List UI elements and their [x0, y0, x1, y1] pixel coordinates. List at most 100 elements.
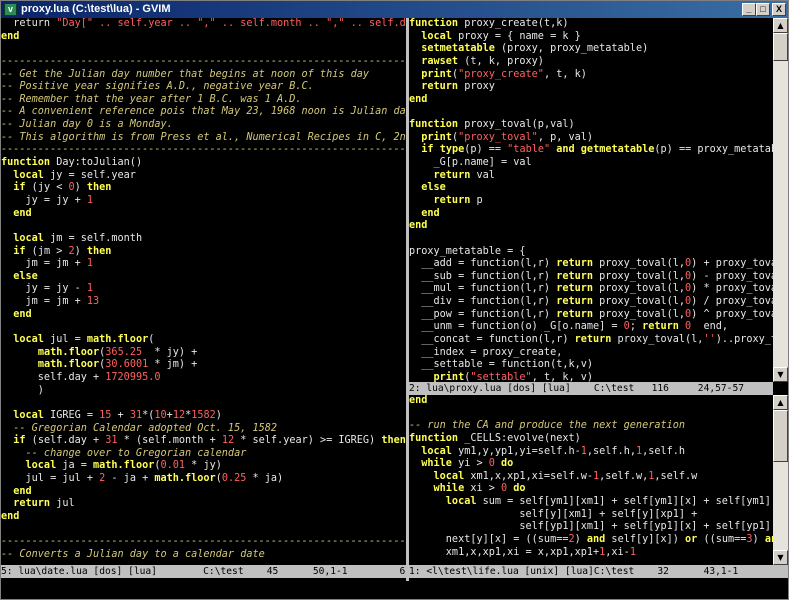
code-token: local — [409, 445, 452, 457]
code-token: * ja) — [246, 473, 284, 485]
code-token: ,self.h — [642, 445, 686, 457]
code-token: '' — [703, 334, 716, 346]
code-token: 30.6001 — [105, 359, 149, 371]
code-line: ----------------------------------------… — [1, 536, 406, 549]
code-token: __concat = function(l,r) — [409, 334, 575, 346]
code-token: + — [111, 409, 130, 421]
code-line: else — [409, 182, 773, 195]
code-token: 31 — [105, 435, 118, 447]
scrollbar-proxy-lua[interactable]: ▲ ▼ — [773, 18, 788, 382]
code-line: self[yp1][xm1] + self[yp1][x] + self[yp1… — [409, 521, 773, 534]
code-line: -- Julian day 0 is a Monday. — [1, 119, 406, 132]
code-line: self[y][xm1] + self[y][xp1] + — [409, 509, 773, 522]
code-token: local — [409, 470, 465, 482]
code-token: math.floor — [154, 473, 216, 485]
code-line: return jul — [1, 498, 406, 511]
code-line: end — [1, 511, 406, 524]
code-line: -- run the CA and produce the next gener… — [409, 420, 773, 433]
code-line: __pow = function(l,r) return proxy_toval… — [409, 309, 773, 322]
code-token: (p) == — [464, 144, 508, 156]
code-token: "Day[" .. self.year .. "," .. self.month… — [56, 18, 406, 29]
code-token: p — [470, 194, 483, 206]
code-token: 15 — [99, 409, 112, 421]
code-token: local — [409, 30, 452, 42]
scroll-down-arrow-icon[interactable]: ▼ — [773, 550, 788, 565]
code-token: local — [1, 232, 44, 244]
code-token: __pow = function(l,r) — [409, 308, 557, 320]
code-token: yi > — [451, 458, 489, 470]
code-token: proxy_toval(l, — [611, 334, 704, 346]
code-token: (self.day + — [25, 435, 106, 447]
code-token: __add = function(l,r) — [409, 258, 557, 270]
code-token: 12 — [172, 409, 186, 421]
scroll-up-arrow-icon[interactable]: ▲ — [773, 395, 788, 410]
code-token: val — [470, 169, 495, 181]
code-token: local — [1, 334, 44, 346]
code-token: (jm > — [25, 245, 69, 257]
code-line: next[y][x] = ((sum==2) and self[y][x]) o… — [409, 534, 773, 547]
scroll-up-arrow-icon[interactable]: ▲ — [773, 18, 788, 33]
code-token: 31 — [129, 409, 143, 421]
code-token: print — [409, 371, 465, 382]
code-token: end — [1, 207, 32, 219]
gvim-window: v proxy.lua (C:\test\lua) - GVIM _ □ X r… — [0, 0, 789, 600]
statusline-date-lua[interactable]: 5: lua\date.lua [dos] [lua] C:\test 45 5… — [1, 565, 406, 578]
code-token: ym1,y,yp1,yi=self.h- — [451, 445, 581, 457]
code-token: return — [556, 308, 594, 320]
code-line: function proxy_toval(p,val) — [409, 119, 773, 132]
code-token: 0.25 — [221, 473, 247, 485]
code-token: if — [1, 435, 26, 447]
editor-pane-date-lua[interactable]: return "Day[" .. self.year .. "," .. sel… — [1, 18, 406, 565]
code-token: ) — [74, 182, 87, 194]
code-token: next[y][x] = ((sum== — [409, 534, 569, 546]
code-token: jy = jy + — [1, 194, 87, 206]
command-line[interactable] — [1, 581, 788, 599]
code-token: proxy = { name = k } — [451, 30, 581, 42]
code-line: local ym1,y,yp1,yi=self.h-1,self.h,1,sel… — [409, 446, 773, 459]
code-token: ( — [148, 334, 155, 346]
code-token: -- change over to Gregorian calendar — [1, 447, 247, 459]
code-line: end — [409, 395, 773, 408]
window-title: proxy.lua (C:\test\lua) - GVIM — [21, 3, 171, 15]
code-line: local ja = math.floor(0.01 * jy) — [1, 460, 406, 473]
code-token: jm = jm + — [1, 296, 87, 308]
code-line: -- Converts a Julian day to a calendar d… — [1, 549, 406, 562]
code-token: jy = self.year — [43, 169, 136, 181]
code-token: then — [381, 435, 406, 447]
code-text: return "Day[" .. self.year .. "," .. sel… — [1, 18, 406, 562]
scrollbar-life-lua[interactable]: ▲ ▼ — [773, 395, 788, 565]
code-token: return — [574, 334, 612, 346]
code-token: ; — [629, 321, 643, 333]
code-line: jy = jy - 1 — [1, 283, 406, 296]
code-line: __add = function(l,r) return proxy_toval… — [409, 258, 773, 271]
code-token: rawset — [409, 55, 459, 67]
code-line: proxy_metatable = { — [409, 246, 773, 259]
maximize-button[interactable]: □ — [756, 3, 770, 16]
code-token: 1 — [86, 283, 94, 295]
code-token: __unm = function(o) _G[o.name] = — [409, 321, 624, 333]
code-token: xm1,x,xp1,xi = x,xp1,xp1+ — [409, 546, 600, 558]
code-line: -- change over to Gregorian calendar — [1, 448, 406, 461]
code-token: proxy_metatable = { — [409, 245, 526, 257]
code-token: xm1,x,xp1,xi=self.w- — [464, 470, 594, 482]
code-token: function — [1, 157, 51, 169]
code-token: math.floor — [93, 460, 155, 472]
code-token: * jm) + — [148, 359, 198, 371]
close-button[interactable]: X — [772, 3, 786, 16]
gvim-icon[interactable]: v — [4, 3, 17, 16]
code-token: proxy_toval(p,val) — [458, 119, 575, 131]
editor-pane-proxy-lua[interactable]: function proxy_create(t,k) local proxy =… — [409, 18, 773, 382]
minimize-button[interactable]: _ — [742, 3, 756, 16]
scroll-down-arrow-icon[interactable]: ▼ — [773, 367, 788, 382]
title-bar[interactable]: v proxy.lua (C:\test\lua) - GVIM _ □ X — [1, 1, 788, 18]
editor-pane-life-lua[interactable]: end -- run the CA and produce the next ge… — [409, 395, 773, 565]
scroll-thumb[interactable] — [773, 33, 788, 61]
statusline-proxy-lua[interactable]: 2: lua\proxy.lua [dos] [lua] C:\test 116… — [409, 382, 773, 395]
code-token: ,self.w — [654, 470, 698, 482]
statusline-life-lua[interactable]: 1: <l\test\life.lua [unix] [lua]C:\test … — [409, 565, 788, 578]
scroll-thumb[interactable] — [773, 410, 788, 462]
code-text: function proxy_create(t,k) local proxy =… — [409, 18, 773, 382]
